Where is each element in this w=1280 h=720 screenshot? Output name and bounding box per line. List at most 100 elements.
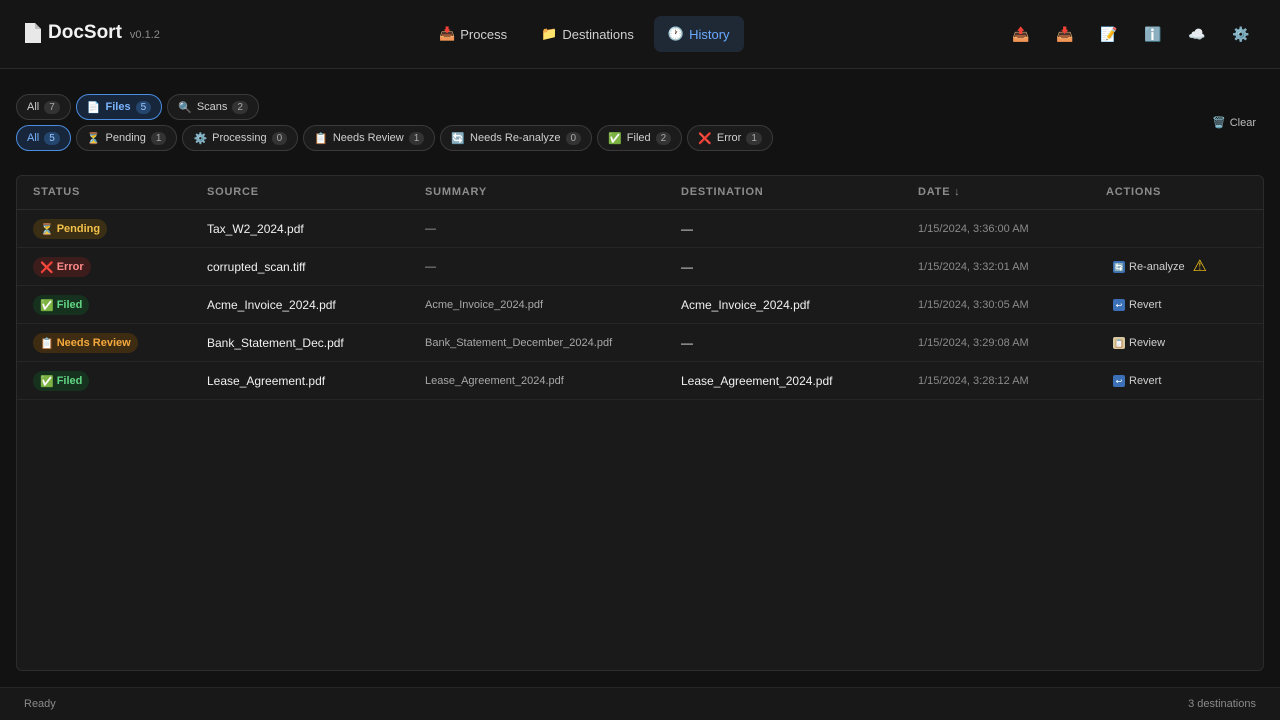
hourglass-icon: ⏳ (40, 223, 54, 236)
filter-status-pending[interactable]: ⏳ Pending 1 (75, 125, 178, 151)
status-badge: ⏳ Pending (33, 219, 108, 239)
summary-cell: Lease_Agreement_2024.pdf (425, 375, 564, 387)
destination-cell: Acme_Invoice_2024.pdf (681, 298, 810, 312)
action-label: Re-analyze (1129, 261, 1185, 273)
source-cell: Lease_Agreement.pdf (207, 374, 326, 388)
warning-icon[interactable]: ⚠ (1193, 259, 1207, 275)
document-icon (25, 23, 41, 43)
table-row[interactable]: 📋 Needs Review Bank_Statement_Dec.pdf Ban… (17, 324, 1263, 362)
toolbar: 📤 📥 📝 ℹ️ ☁️ ⚙️ (1012, 24, 1250, 44)
app-title: DocSort (48, 22, 122, 43)
refresh-icon: 🔄 (451, 132, 466, 145)
header-actions: ACTIONS (1106, 186, 1162, 198)
status-badge: 📋 Needs Review (33, 333, 138, 353)
filter-count: 5 (44, 131, 60, 145)
filter-count: 5 (135, 100, 152, 114)
revert-button[interactable]: ↩ Revert (1113, 375, 1161, 387)
clipboard-icon: 📋 (40, 337, 54, 350)
action-label: Revert (1129, 375, 1162, 387)
filter-status-needs-reanalyze[interactable]: 🔄 Needs Re-analyze 0 (440, 125, 593, 151)
destination-cell: — (681, 222, 693, 236)
table-row[interactable]: ⏳ Pending Tax_W2_2024.pdf — — 1/15/2024, … (17, 210, 1263, 248)
filter-label: Error (716, 132, 742, 144)
source-cell: corrupted_scan.tiff (207, 260, 306, 274)
filter-count: 0 (565, 131, 582, 145)
import-icon[interactable]: 📥 (1056, 24, 1074, 44)
action-label: Review (1129, 337, 1166, 349)
check-icon: ✅ (40, 299, 54, 312)
filter-label: Pending (105, 132, 146, 144)
summary-cell: — (425, 223, 436, 235)
filter-count: 1 (746, 131, 762, 145)
filter-type-scans[interactable]: 🔍 Scans 2 (167, 94, 259, 120)
filter-label: All (27, 132, 40, 144)
gear-icon[interactable]: ⚙️ (1232, 24, 1250, 44)
filter-status-all[interactable]: All 5 (16, 125, 71, 151)
check-icon: ✅ (608, 132, 622, 145)
date-cell: 1/15/2024, 3:36:00 AM (918, 223, 1029, 235)
clear-button[interactable]: 🗑️ Clear (1212, 116, 1256, 130)
tab-history-label: History (689, 26, 730, 42)
review-button[interactable]: 📋 Review (1113, 337, 1165, 349)
clipboard-icon: 📋 (314, 132, 328, 145)
filter-label: All (27, 101, 40, 113)
trash-icon: 🗑️ (1212, 117, 1226, 129)
table-row[interactable]: ❌ Error corrupted_scan.tiff — — 1/15/2024… (17, 248, 1263, 286)
tab-process[interactable]: 📥 Process (425, 16, 521, 52)
header-summary[interactable]: SUMMARY (425, 186, 487, 198)
tab-history[interactable]: 🕐 History (653, 16, 744, 52)
export-icon[interactable]: 📤 (1012, 24, 1030, 44)
filter-type-all[interactable]: All 7 (16, 94, 71, 120)
actions-cell: ↩ Revert (1113, 362, 1161, 400)
tab-process-label: Process (460, 26, 508, 42)
header-source[interactable]: SOURCE (207, 186, 259, 198)
table-row[interactable]: ✅ Filed Lease_Agreement.pdf Lease_Agreeme… (17, 362, 1263, 400)
date-cell: 1/15/2024, 3:32:01 AM (918, 261, 1029, 273)
filter-status-processing[interactable]: ⚙️ Processing 0 (182, 125, 299, 151)
inbox-tray-icon: 📥 (439, 26, 456, 41)
filter-count: 2 (232, 100, 248, 114)
filter-label: Scans (196, 101, 228, 113)
summary-cell: Acme_Invoice_2024.pdf (425, 299, 544, 311)
header-destination[interactable]: DESTINATION (681, 186, 764, 198)
date-cell: 1/15/2024, 3:29:08 AM (918, 337, 1029, 349)
filter-label: Processing (212, 132, 267, 144)
status-badge: ✅ Filed (33, 371, 90, 391)
header-date[interactable]: DATE ↓ (918, 186, 960, 198)
reanalyze-button[interactable]: 🔄 Re-analyze (1113, 261, 1185, 273)
destination-cell: — (681, 260, 693, 274)
filter-count: 7 (44, 100, 60, 114)
filter-count: 1 (408, 131, 425, 145)
actions-cell: 🔄 Re-analyze ⚠ (1113, 248, 1207, 286)
tab-destinations[interactable]: 📁 Destinations (527, 16, 648, 52)
brand: DocSort v0.1.2 (24, 22, 160, 44)
filter-label: Files (105, 101, 131, 113)
actions-cell: ↩ Revert (1113, 286, 1161, 324)
history-table: STATUS SOURCE SUMMARY DESTINATION DATE ↓… (16, 175, 1264, 671)
refresh-icon: 🔄 (1113, 261, 1125, 273)
filter-count: 2 (655, 131, 672, 145)
status-badge: ✅ Filed (33, 295, 90, 315)
top-bar: DocSort v0.1.2 📥 Process 📁 Destinations … (0, 0, 1280, 69)
filter-label: Needs Re-analyze (470, 132, 561, 144)
source-cell: Acme_Invoice_2024.pdf (207, 298, 336, 312)
summary-cell: Bank_Statement_December_2024.pdf (425, 337, 613, 349)
action-label: Revert (1129, 299, 1162, 311)
filter-status-error[interactable]: ❌ Error 1 (687, 125, 773, 151)
filter-label: Needs Review (332, 132, 404, 144)
filter-status-needs-review[interactable]: 📋 Needs Review 1 (303, 125, 436, 151)
memo-icon[interactable]: 📝 (1100, 24, 1118, 44)
header-status[interactable]: STATUS (33, 186, 80, 198)
table-row[interactable]: ✅ Filed Acme_Invoice_2024.pdf Acme_Invoic… (17, 286, 1263, 324)
status-badge: ❌ Error (33, 257, 91, 277)
undo-icon: ↩ (1113, 299, 1125, 311)
status-text: Filed (56, 375, 83, 387)
info-icon[interactable]: ℹ️ (1144, 24, 1162, 44)
revert-button[interactable]: ↩ Revert (1113, 299, 1161, 311)
filter-type-files[interactable]: 📄 Files 5 (75, 94, 163, 120)
cloud-icon[interactable]: ☁️ (1188, 24, 1206, 44)
date-cell: 1/15/2024, 3:30:05 AM (918, 299, 1029, 311)
destination-cell: Lease_Agreement_2024.pdf (681, 374, 833, 388)
filter-status-filed[interactable]: ✅ Filed 2 (597, 125, 683, 151)
source-cell: Tax_W2_2024.pdf (207, 222, 304, 236)
